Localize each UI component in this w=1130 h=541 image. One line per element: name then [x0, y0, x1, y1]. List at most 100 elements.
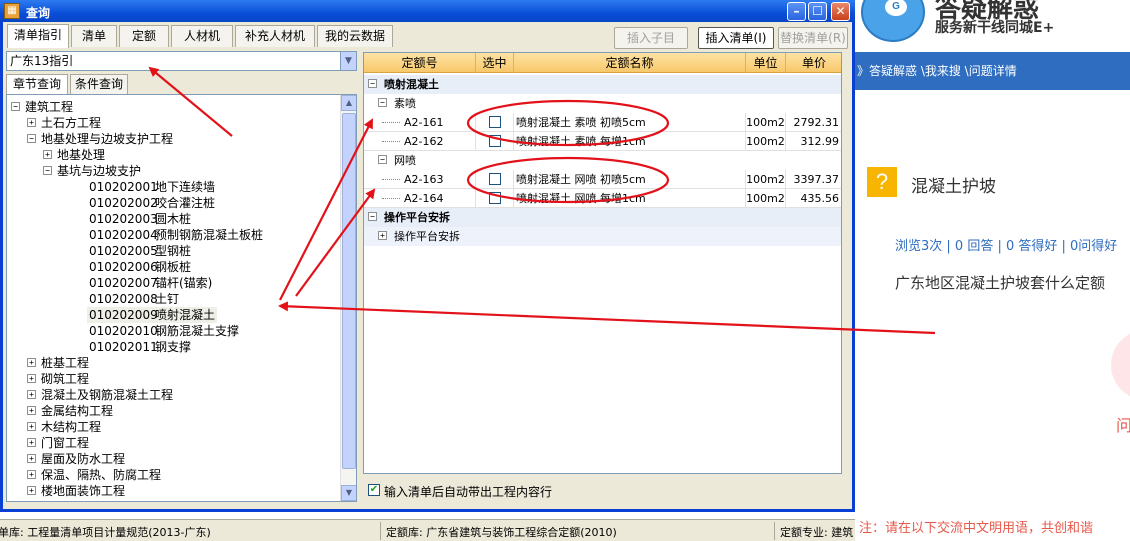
web-header: G 答疑解惑 服务新干线同城E+ — [855, 0, 1130, 52]
table-row[interactable]: A2-163 喷射混凝土 网喷 初喷5cm 100m2 3397.37 — [364, 170, 841, 189]
replace-list-button[interactable]: 替换清单(R) — [778, 27, 848, 49]
tree-node-label: 010202008土钉 — [87, 291, 181, 307]
select-cell — [476, 170, 514, 189]
tree-node-label: 建筑工程 — [23, 99, 75, 115]
chevron-down-icon[interactable]: ▼ — [340, 52, 356, 70]
tree-node-label: 010202009喷射混凝土 — [87, 307, 218, 323]
collapse-icon[interactable]: − — [378, 98, 387, 107]
tree-node-text: 土石方工程 — [41, 116, 102, 130]
select-checkbox[interactable] — [489, 116, 501, 128]
tab-chapter-query[interactable]: 章节查询 — [6, 74, 68, 94]
quota-name-cell: 喷射混凝土 网喷 每增1cm — [514, 189, 746, 208]
ask-circle-decoration — [1111, 330, 1130, 400]
grid-header: 定额号 选中 定额名称 单位 单价 — [364, 53, 841, 73]
expand-icon[interactable]: + — [378, 231, 387, 240]
tree-scrollbar[interactable]: ▲ ▼ — [340, 95, 356, 501]
tree-node-code: 010202002 — [89, 196, 158, 210]
question-stats[interactable]: 浏览3次 | 0 回答 | 0 答得好 | 0问得好 — [895, 235, 1117, 254]
col-quota-name: 定额名称 — [514, 53, 746, 73]
tab-condition-query[interactable]: 条件查询 — [70, 74, 128, 94]
tree-node-text: 混凝土及钢筋混凝土工程 — [41, 388, 174, 402]
auto-content-label: 输入清单后自动带出工程内容行 — [384, 485, 553, 499]
collapse-icon[interactable]: − — [11, 102, 20, 111]
status-separator — [774, 522, 775, 540]
ask-link[interactable]: 问 — [1116, 412, 1130, 436]
group-row[interactable]: − 喷射混凝土 — [364, 75, 841, 94]
tree-node-label: 门窗工程 — [39, 435, 91, 451]
quota-name-cell: 喷射混凝土 素喷 初喷5cm — [514, 113, 746, 132]
tree-node-code: 010202009 — [89, 308, 158, 322]
tab-quota[interactable]: 定额 — [119, 25, 169, 47]
insert-list-button[interactable]: 插入清单(I) — [698, 27, 774, 49]
tree-node-label: 010202003圆木桩 — [87, 211, 193, 227]
collapse-icon[interactable]: − — [368, 79, 377, 88]
subgroup-row[interactable]: − 网喷 — [364, 151, 841, 170]
expand-icon[interactable]: + — [43, 150, 52, 159]
tab-cloud-data[interactable]: 我的云数据 — [317, 25, 393, 47]
expand-icon[interactable]: + — [27, 438, 36, 447]
guide-library-select[interactable]: 广东13指引 ▼ — [6, 51, 357, 71]
table-row[interactable]: A2-164 喷射混凝土 网喷 每增1cm 100m2 435.56 — [364, 189, 841, 208]
tree-connector — [382, 122, 400, 123]
tab-labor-material[interactable]: 人材机 — [171, 25, 233, 47]
site-slogan: 服务新干线同城E+ — [935, 20, 1055, 36]
checkmark-icon[interactable]: ✔ — [368, 484, 380, 496]
select-cell — [476, 113, 514, 132]
quota-code-cell: A2-161 — [364, 113, 476, 132]
expand-icon[interactable]: + — [27, 486, 36, 495]
tab-supplement-material[interactable]: 补充人材机 — [235, 25, 315, 47]
status-bar: 单库: 工程量清单项目计量规范(2013-广东) 定额库: 广东省建筑与装饰工程… — [0, 519, 855, 541]
expand-icon[interactable]: + — [27, 390, 36, 399]
tree-node-text: 钢支撑 — [155, 340, 192, 354]
tree-node-label: 010202007锚杆(锚索) — [87, 275, 214, 291]
group-row[interactable]: − 操作平台安拆 — [364, 208, 841, 227]
expand-icon[interactable]: + — [27, 406, 36, 415]
tree-node-label: 木结构工程 — [39, 419, 103, 435]
group-label: 操作平台安拆 — [384, 211, 450, 224]
tab-list[interactable]: 清单 — [71, 25, 117, 47]
subgroup-row[interactable]: + 操作平台安拆 — [364, 227, 841, 246]
price-cell: 435.56 — [786, 189, 841, 208]
tab-list-guide[interactable]: 清单指引 — [7, 24, 69, 48]
expand-icon[interactable]: + — [27, 374, 36, 383]
quota-grid: 定额号 选中 定额名称 单位 单价 − 喷射混凝土 − 素喷 A2-161 喷射混凝土 素… — [363, 52, 842, 474]
tree-node-code: 010202008 — [89, 292, 158, 306]
web-page: G 答疑解惑 服务新干线同城E+ 》答疑解惑 \我来搜 \问题详情 ? 混凝土护… — [855, 0, 1130, 541]
maximize-button[interactable]: ☐ — [808, 2, 827, 21]
group-label: 素喷 — [394, 97, 416, 110]
insert-child-button[interactable]: 插入子目 — [614, 27, 688, 49]
breadcrumb[interactable]: 》答疑解惑 \我来搜 \问题详情 — [855, 52, 1130, 90]
table-row[interactable]: A2-161 喷射混凝土 素喷 初喷5cm 100m2 2792.31 — [364, 113, 841, 132]
tree-node-text: 钢板桩 — [155, 260, 192, 274]
scroll-up-icon[interactable]: ▲ — [341, 95, 356, 111]
scroll-down-icon[interactable]: ▼ — [341, 485, 356, 501]
collapse-icon[interactable]: − — [27, 134, 36, 143]
select-checkbox[interactable] — [489, 135, 501, 147]
subgroup-row[interactable]: − 素喷 — [364, 94, 841, 113]
table-row[interactable]: A2-162 喷射混凝土 素喷 每增1cm 100m2 312.99 — [364, 132, 841, 151]
civility-notice: 注：请在以下交流中文明用语，共创和谐 — [859, 521, 1094, 536]
status-quota-library: 定额库: 广东省建筑与装饰工程综合定额(2010) — [386, 526, 617, 539]
expand-icon[interactable]: + — [27, 470, 36, 479]
collapse-icon[interactable]: − — [378, 155, 387, 164]
tree-node-text: 基坑与边坡支护 — [57, 164, 142, 178]
title-bar[interactable]: ▦ 查询 – ☐ ✕ — [0, 0, 855, 22]
expand-icon[interactable]: + — [27, 358, 36, 367]
col-unit-price: 单价 — [786, 53, 841, 73]
select-checkbox[interactable] — [489, 192, 501, 204]
tree-node-label: 楼地面装饰工程 — [39, 483, 127, 499]
col-unit: 单位 — [746, 53, 786, 73]
minimize-button[interactable]: – — [787, 2, 806, 21]
col-selected: 选中 — [476, 53, 514, 73]
scroll-thumb[interactable] — [342, 113, 356, 469]
collapse-icon[interactable]: − — [368, 212, 377, 221]
expand-icon[interactable]: + — [27, 454, 36, 463]
select-cell — [476, 189, 514, 208]
expand-icon[interactable]: + — [27, 118, 36, 127]
collapse-icon[interactable]: − — [43, 166, 52, 175]
select-checkbox[interactable] — [489, 173, 501, 185]
close-button[interactable]: ✕ — [831, 2, 850, 21]
unit-cell: 100m2 — [746, 113, 786, 132]
expand-icon[interactable]: + — [27, 422, 36, 431]
tree-node-text: 咬合灌注桩 — [155, 196, 216, 210]
